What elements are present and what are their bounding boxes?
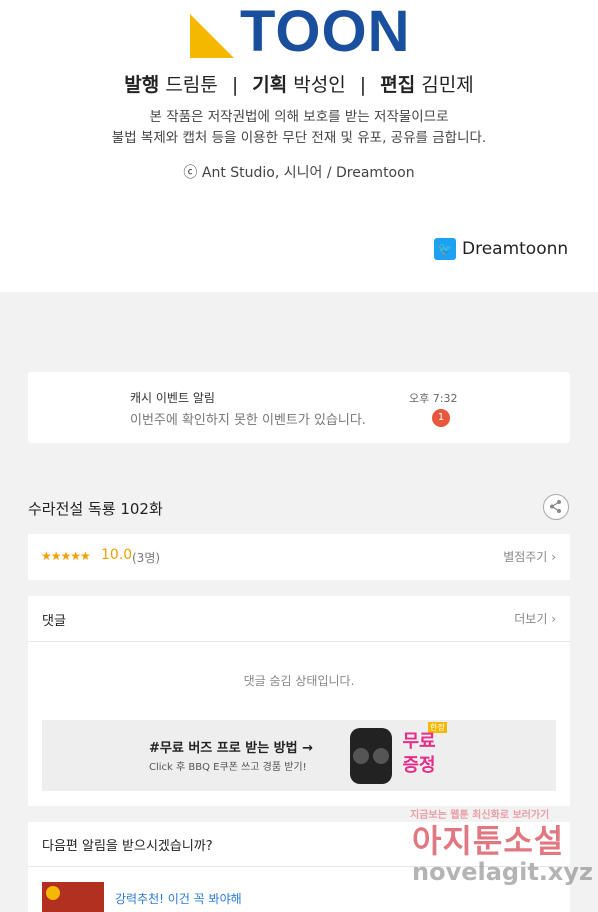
rating-bar: ★★★★★ 10.0 (3명) 별점주기 › [28, 534, 570, 580]
publisher-name: 드림툰 [165, 74, 218, 96]
comments-more-label: 더보기 [514, 612, 548, 626]
logo-triangle-icon [190, 14, 234, 58]
rating-stars: ★★★★★ [41, 549, 91, 563]
twitter-handle: Dreamtoonn [462, 239, 569, 259]
toon-logo: TOON [190, 0, 410, 64]
notice-line-2: 불법 복제와 캡처 등을 이용한 무단 전재 및 유포, 공유를 금합니다. [111, 130, 487, 146]
chevron-right-icon: › [551, 612, 556, 626]
editor-label: 편집 [380, 74, 416, 96]
watermark-big: 아지툰소설 [412, 822, 565, 860]
share-icon [550, 500, 561, 513]
comments-section: 댓글 더보기 › 댓글 숨김 상태입니다. #무료 버즈 프로 받는 방법 → … [28, 596, 570, 806]
notification-message: 이번주에 확인하지 못한 이벤트가 있습니다. [130, 413, 366, 428]
separator: | [231, 74, 239, 96]
credits-panel: TOON 발행 드림툰 | 기획 박성인 | 편집 김민제 본 작품은 저작권법… [0, 0, 598, 292]
copyright-notice: 본 작품은 저작권법에 의해 보호를 받는 저작물이므로 불법 복제와 캡처 등… [0, 107, 598, 149]
badge-line-1: 무료 [402, 731, 436, 752]
notification-title: 캐시 이벤트 알림 [130, 391, 215, 405]
logo-text: TOON [240, 0, 411, 64]
share-button[interactable] [543, 494, 569, 520]
planner-label: 기획 [252, 74, 288, 96]
notification-badge: 1 [432, 409, 450, 427]
comments-header: 댓글 더보기 › [28, 596, 570, 642]
rate-button-label: 별점주기 [503, 550, 548, 564]
publisher-label: 발행 [124, 74, 160, 96]
ad-subtitle: Click 후 BBQ E쿠폰 쓰고 경품 받기! [149, 762, 307, 773]
twitter-link[interactable]: 🐦 Dreamtoonn [434, 238, 568, 260]
twitter-icon: 🐦 [434, 238, 456, 260]
recommend-link[interactable]: 강력추천! 이건 꼭 봐야해 [115, 890, 242, 907]
rating-score: 10.0 [101, 547, 133, 563]
credits-line: 발행 드림툰 | 기획 박성인 | 편집 김민제 [0, 70, 598, 97]
clock-icon [46, 886, 60, 900]
watermark-url: novelagit.xyz [412, 858, 594, 886]
episode-title: 수라전설 독룡 102화 [28, 500, 163, 518]
chevron-right-icon: › [551, 550, 556, 564]
free-gift-badge: 무료 증정 [394, 730, 444, 784]
notice-line-1: 본 작품은 저작권법에 의해 보호를 받는 저작물이므로 [149, 109, 449, 125]
earbuds-image [350, 728, 392, 784]
notification-card[interactable]: 캐시 이벤트 알림 이번주에 확인하지 못한 이벤트가 있습니다. 오후 7:3… [28, 372, 570, 443]
rate-button[interactable]: 별점주기 › [503, 548, 556, 565]
recommend-thumbnail[interactable] [42, 882, 104, 912]
watermark: 지금보는 웹툰 최신화로 보러가기 아지툰소설 novelagit.xyz [410, 806, 594, 896]
next-episode-title: 다음편 알림을 받으시겠습니까? [42, 839, 213, 854]
planner-name: 박성인 [293, 74, 346, 96]
comments-hidden-message: 댓글 숨김 상태입니다. [243, 674, 355, 688]
comments-more-button[interactable]: 더보기 › [514, 610, 556, 627]
ad-title: #무료 버즈 프로 받는 방법 → [149, 741, 314, 756]
editor-name: 김민제 [421, 74, 474, 96]
ad-banner[interactable]: #무료 버즈 프로 받는 방법 → Click 후 BBQ E쿠폰 쓰고 경품 … [42, 720, 556, 791]
comments-title: 댓글 [42, 614, 66, 629]
badge-line-2: 증정 [402, 755, 436, 776]
copyright-text: ⓒ Ant Studio, 시니어 / Dreamtoon [183, 165, 415, 181]
separator: | [359, 74, 367, 96]
notification-time: 오후 7:32 [409, 392, 458, 405]
rating-count: (3명) [132, 551, 161, 565]
